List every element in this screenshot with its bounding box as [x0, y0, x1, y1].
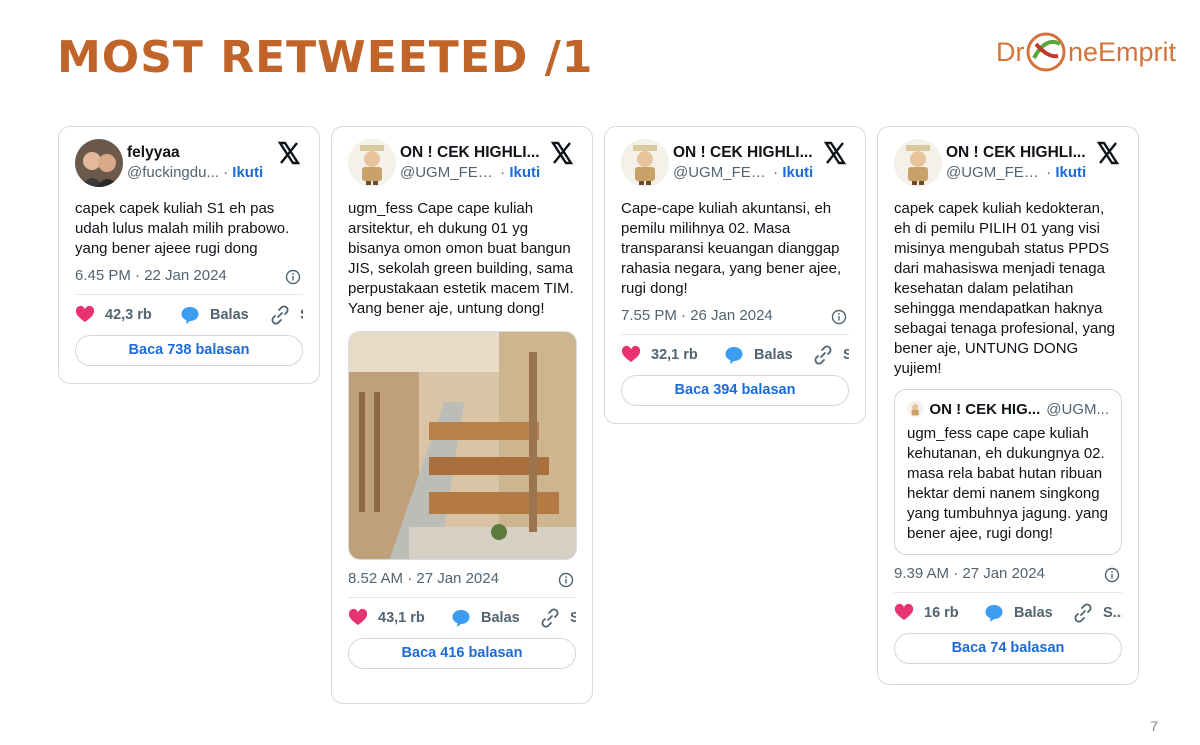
- author-name[interactable]: ON ! CEK HIGHLI...: [673, 144, 813, 162]
- avatar[interactable]: [894, 139, 942, 187]
- info-icon[interactable]: [831, 309, 847, 325]
- quote-author-name: ON ! CEK HIG...: [929, 400, 1041, 418]
- tweet-card: ON ! CEK HIGHLI... @UGM_FESS · Ikuti cap…: [877, 126, 1139, 685]
- link-icon: [814, 345, 832, 365]
- author-handle[interactable]: @UGM_FESS: [673, 164, 769, 181]
- author-name[interactable]: ON ! CEK HIGHLI...: [946, 144, 1086, 162]
- x-logo-icon[interactable]: [823, 141, 847, 165]
- reply-label: Balas: [210, 307, 249, 323]
- quote-author-handle: @UGM...: [1046, 400, 1109, 418]
- tweet-text: ugm_fess Cape cape kuliah arsitektur, eh…: [348, 200, 574, 317]
- author-name[interactable]: felyyaa: [127, 144, 180, 162]
- author-name[interactable]: ON ! CEK HIGHLI...: [400, 144, 540, 162]
- tweet-timestamp[interactable]: 8.52 AM · 27 Jan 2024: [348, 570, 499, 587]
- brand-name: Dr: [996, 37, 1025, 67]
- speech-bubble-icon: [181, 307, 199, 324]
- speech-bubble-icon: [985, 605, 1003, 622]
- info-icon[interactable]: [558, 572, 574, 588]
- reply-label: Balas: [1014, 605, 1053, 621]
- reply-action[interactable]: Balas: [451, 608, 520, 628]
- heart-icon: [348, 608, 368, 625]
- tweet-photo[interactable]: [348, 331, 577, 560]
- tweet-text: capek capek kuliah S1 eh pas udah lulus …: [75, 200, 290, 257]
- avatar[interactable]: [348, 139, 396, 187]
- quote-text: ugm_fess cape cape kuliah kehutanan, eh …: [907, 425, 1108, 542]
- drone-emprit-logo: Dr neEmprit: [996, 28, 1176, 76]
- heart-icon: [75, 305, 95, 322]
- share-label: S: [570, 610, 576, 626]
- follow-link[interactable]: Ikuti: [782, 164, 813, 181]
- share-action[interactable]: S: [270, 305, 303, 325]
- like-count: 42,3 rb: [105, 307, 152, 323]
- share-label: S...: [1103, 605, 1122, 621]
- link-icon: [271, 305, 289, 325]
- read-replies-button[interactable]: Baca 74 balasan: [894, 633, 1122, 664]
- like-button[interactable]: 42,3 rb: [75, 305, 152, 325]
- link-icon: [541, 608, 559, 628]
- read-replies-button[interactable]: Baca 738 balasan: [75, 335, 303, 366]
- info-icon[interactable]: [285, 269, 301, 285]
- share-action[interactable]: S: [540, 608, 576, 628]
- follow-link[interactable]: Ikuti: [232, 164, 263, 181]
- heart-icon: [621, 345, 641, 362]
- follow-link[interactable]: Ikuti: [509, 164, 540, 181]
- page-number: 7: [1150, 718, 1158, 734]
- info-icon[interactable]: [1104, 567, 1120, 583]
- like-count: 32,1 rb: [651, 347, 698, 363]
- avatar[interactable]: [75, 139, 123, 187]
- tweet-text: Cape-cape kuliah akuntansi, eh pemilu mi…: [621, 200, 842, 297]
- x-logo-icon[interactable]: [277, 141, 301, 165]
- x-logo-icon[interactable]: [550, 141, 574, 165]
- reply-action[interactable]: Balas: [180, 305, 249, 325]
- slide-title: MOST RETWEETED /1: [57, 32, 594, 83]
- reply-label: Balas: [481, 610, 520, 626]
- x-logo-icon[interactable]: [1096, 141, 1120, 165]
- tweet-timestamp[interactable]: 6.45 PM · 22 Jan 2024: [75, 267, 227, 284]
- library-interior-image: [349, 332, 576, 559]
- speech-bubble-icon: [452, 610, 470, 627]
- heart-icon: [894, 603, 914, 620]
- avatar[interactable]: [621, 139, 669, 187]
- share-action[interactable]: S: [813, 345, 849, 365]
- read-replies-button[interactable]: Baca 394 balasan: [621, 375, 849, 406]
- like-count: 43,1 rb: [378, 610, 425, 626]
- author-handle[interactable]: @fuckingdu...: [127, 164, 219, 181]
- quoted-tweet[interactable]: ON ! CEK HIG... @UGM... ugm_fess cape ca…: [894, 389, 1122, 555]
- quote-avatar-icon: [907, 400, 924, 418]
- like-button[interactable]: 32,1 rb: [621, 345, 698, 365]
- tweet-text: capek capek kuliah kedokteran, eh di pem…: [894, 200, 1116, 377]
- share-label: S: [300, 307, 303, 323]
- tweet-card: felyyaa @fuckingdu... · Ikuti capek cape…: [58, 126, 320, 384]
- tweet-timestamp[interactable]: 9.39 AM · 27 Jan 2024: [894, 565, 1045, 582]
- like-count: 16 rb: [924, 605, 959, 621]
- reply-action[interactable]: Balas: [724, 345, 793, 365]
- share-label: S: [843, 347, 849, 363]
- tweet-card: ON ! CEK HIGHLI... @UGM_FESS · Ikuti ugm…: [331, 126, 593, 704]
- reply-action[interactable]: Balas: [984, 603, 1053, 623]
- tweet-card: ON ! CEK HIGHLI... @UGM_FESS · Ikuti Cap…: [604, 126, 866, 424]
- follow-link[interactable]: Ikuti: [1055, 164, 1086, 181]
- brand-name-rest: neEmprit: [1068, 37, 1177, 67]
- speech-bubble-icon: [725, 347, 743, 364]
- like-button[interactable]: 43,1 rb: [348, 608, 425, 628]
- read-replies-button[interactable]: Baca 416 balasan: [348, 638, 576, 669]
- link-icon: [1074, 603, 1092, 623]
- tweet-timestamp[interactable]: 7.55 PM · 26 Jan 2024: [621, 307, 773, 324]
- author-handle[interactable]: @UGM_FESS: [400, 164, 496, 181]
- author-handle[interactable]: @UGM_FESS: [946, 164, 1042, 181]
- reply-label: Balas: [754, 347, 793, 363]
- like-button[interactable]: 16 rb: [894, 603, 959, 623]
- share-action[interactable]: S...: [1073, 603, 1122, 623]
